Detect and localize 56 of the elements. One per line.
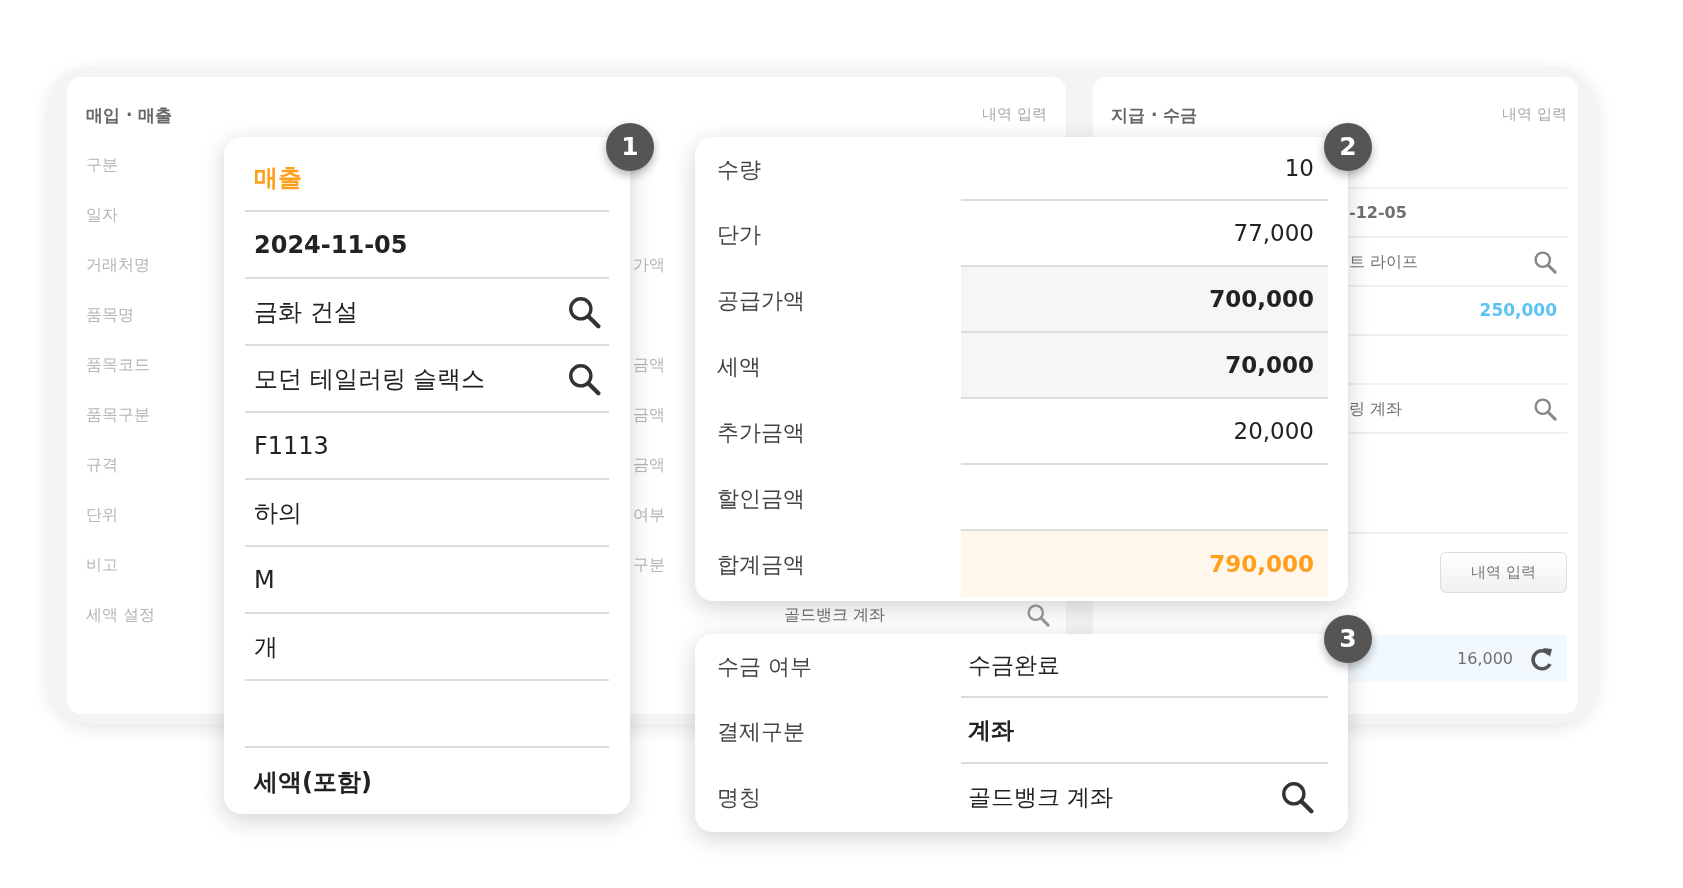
field-label: 여부 — [633, 505, 665, 524]
field-label: 일자 — [86, 205, 118, 224]
field-label: 명칭 — [716, 783, 762, 812]
field-value: 모던 테일러링 슬랙스 — [254, 363, 486, 395]
field-label: 수량 — [716, 155, 762, 184]
field-value: 2024-11-05 — [254, 229, 408, 261]
field-value: -12-05 — [1349, 201, 1407, 224]
field-label: 세액 설정 — [86, 605, 156, 624]
field-value: 골드뱅크 계좌 — [968, 782, 1114, 812]
add-entry-link[interactable]: 내역 입력 — [1502, 103, 1567, 140]
field-label: 결제구분 — [716, 717, 806, 746]
field-label: 품목구분 — [86, 405, 150, 424]
field-value: 매출 — [254, 162, 302, 194]
field-label: 구분 — [86, 155, 118, 174]
field-label: 공급가액 — [716, 286, 806, 315]
field-value: 20,000 — [961, 399, 1328, 465]
refresh-icon[interactable] — [1529, 645, 1555, 672]
field-value: 계좌 — [961, 698, 1328, 764]
field-label: 단위 — [86, 505, 118, 524]
field-value: 골드뱅크 계좌 — [784, 604, 886, 626]
field-label: 금액 — [633, 455, 665, 474]
field-label: 할인금액 — [716, 484, 806, 513]
field-value: 70,000 — [961, 333, 1328, 399]
field-value: 250,000 — [1479, 298, 1557, 322]
field-label: 합계금액 — [716, 550, 806, 579]
add-entry-link[interactable]: 내역 입력 — [982, 103, 1047, 140]
field-label: 금액 — [633, 355, 665, 374]
add-entry-button[interactable]: 내역 입력 — [1440, 552, 1567, 593]
panel-title: 지급 · 수금 — [1111, 104, 1198, 127]
field-value: 790,000 — [961, 531, 1328, 597]
field-label: 세액 — [716, 352, 762, 381]
field-label: 규격 — [86, 455, 118, 474]
search-icon[interactable] — [567, 294, 601, 329]
panel-title: 매입 · 매출 — [86, 104, 173, 127]
search-icon[interactable] — [1280, 780, 1314, 814]
field-value: M — [254, 564, 275, 596]
field-label: 가액 — [633, 255, 665, 274]
field-label: 추가금액 — [716, 418, 806, 447]
field-value: 개 — [254, 631, 278, 663]
field-label: 품목코드 — [86, 355, 150, 374]
field-label: 단가 — [716, 220, 762, 249]
field-value: 하의 — [254, 497, 302, 529]
field-value: 트 라이프 — [1349, 250, 1419, 273]
field-label: 금액 — [633, 405, 665, 424]
field-value: F1113 — [254, 430, 329, 462]
field-label: 거래처명 — [86, 255, 150, 274]
amount-text: 16,000 — [1457, 647, 1513, 670]
field-label: 비고 — [86, 555, 118, 574]
field-value: 700,000 — [961, 267, 1328, 333]
field-value: 금화 건설 — [254, 296, 358, 328]
field-label: 수금 여부 — [716, 652, 813, 681]
search-icon[interactable] — [567, 361, 601, 396]
field-label: 구분 — [633, 555, 665, 574]
field-label: 품목명 — [86, 305, 134, 324]
field-value: 세액(포함) — [254, 766, 372, 798]
field-value: 링 계좌 — [1349, 397, 1403, 420]
